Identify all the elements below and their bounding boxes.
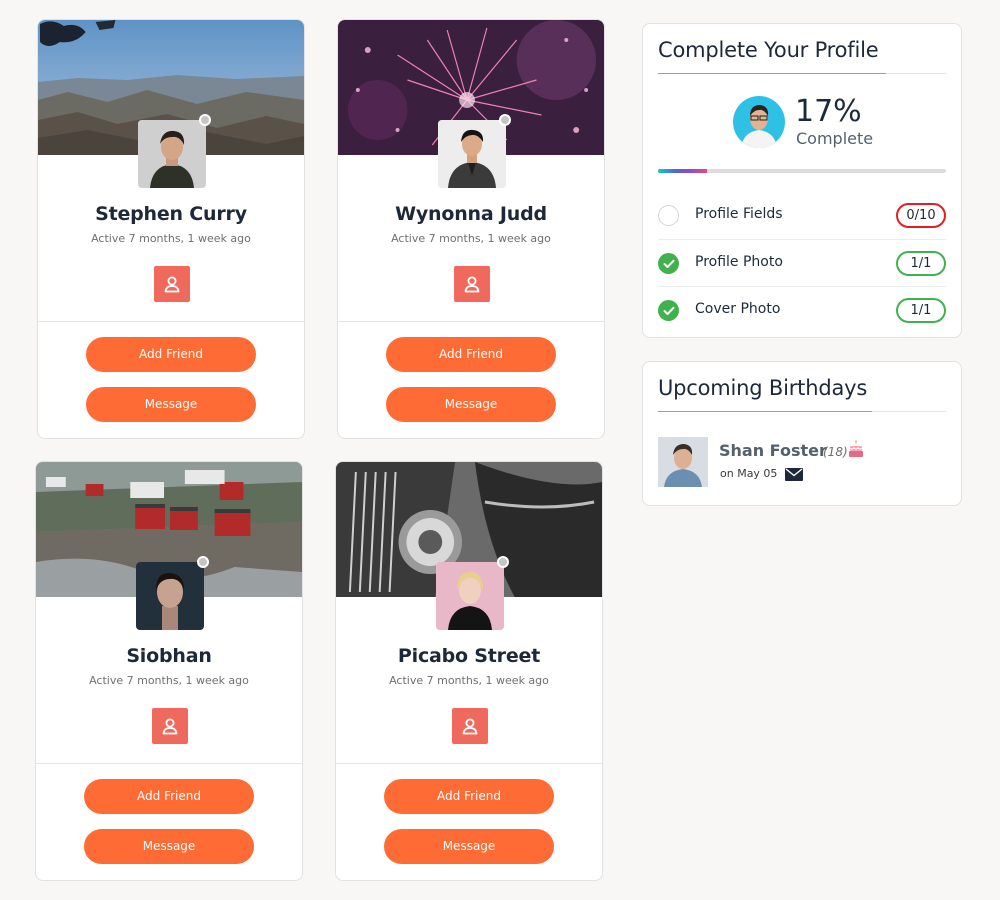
add-friend-button[interactable]: Add Friend [84, 779, 254, 814]
profile-completion-widget: Complete Your Profile 17% Complete Profi… [642, 23, 962, 338]
envelope-icon[interactable] [785, 468, 803, 481]
cake-icon [849, 440, 863, 457]
completion-progress-bar [658, 169, 946, 173]
unchecked-circle-icon [658, 205, 679, 226]
message-button[interactable]: Message [84, 829, 254, 864]
checklist-item[interactable]: Cover Photo 1/1 [658, 286, 946, 333]
birthdays-widget: Upcoming Birthdays Shan Foster (18) on M… [642, 361, 962, 506]
avatar[interactable] [136, 562, 204, 630]
status-indicator [199, 114, 211, 126]
member-card: Stephen Curry Active 7 months, 1 week ag… [37, 19, 305, 439]
add-friend-button[interactable]: Add Friend [86, 337, 256, 372]
birthday-avatar[interactable] [658, 437, 708, 487]
user-icon [464, 276, 480, 293]
view-profile-button[interactable] [452, 708, 488, 744]
check-icon [658, 300, 679, 321]
divider [338, 321, 604, 322]
view-profile-button[interactable] [454, 266, 490, 302]
title-underline [658, 411, 872, 412]
message-button[interactable]: Message [384, 829, 554, 864]
status-indicator [499, 114, 511, 126]
status-indicator [497, 556, 509, 568]
checklist-label: Profile Photo [695, 254, 783, 270]
member-name[interactable]: Siobhan [36, 645, 302, 667]
checklist-item[interactable]: Profile Fields 0/10 [658, 192, 946, 239]
member-last-active: Active 7 months, 1 week ago [391, 232, 551, 245]
avatar[interactable] [436, 562, 504, 630]
completion-percent: 17% [795, 94, 862, 129]
member-last-active: Active 7 months, 1 week ago [89, 674, 249, 687]
checklist-item[interactable]: Profile Photo 1/1 [658, 239, 946, 286]
birthday-age: (18) [823, 445, 848, 459]
checklist-count-badge: 0/10 [896, 203, 946, 228]
title-underline [658, 73, 886, 74]
checklist-label: Cover Photo [695, 301, 781, 317]
checklist-count-badge: 1/1 [896, 251, 946, 276]
member-name[interactable]: Wynonna Judd [338, 203, 604, 225]
avatar[interactable] [138, 120, 206, 188]
member-card: Wynonna Judd Active 7 months, 1 week ago… [337, 19, 605, 439]
completion-progress-fill [658, 169, 707, 173]
widget-title: Upcoming Birthdays [658, 376, 868, 400]
completion-label: Complete [796, 129, 874, 148]
message-button[interactable]: Message [386, 387, 556, 422]
view-profile-button[interactable] [154, 266, 190, 302]
message-button[interactable]: Message [86, 387, 256, 422]
member-name[interactable]: Stephen Curry [38, 203, 304, 225]
birthday-date: on May 05 [720, 467, 778, 480]
user-avatar[interactable] [733, 96, 785, 148]
divider [336, 763, 602, 764]
birthday-person-name[interactable]: Shan Foster [719, 441, 827, 460]
member-card: Picabo Street Active 7 months, 1 week ag… [335, 461, 603, 881]
divider [36, 763, 302, 764]
member-last-active: Active 7 months, 1 week ago [389, 674, 549, 687]
user-icon [162, 718, 178, 735]
avatar[interactable] [438, 120, 506, 188]
member-card: Siobhan Active 7 months, 1 week ago Add … [35, 461, 303, 881]
member-name[interactable]: Picabo Street [336, 645, 602, 667]
user-icon [462, 718, 478, 735]
user-icon [164, 276, 180, 293]
checklist-count-badge: 1/1 [896, 298, 946, 323]
add-friend-button[interactable]: Add Friend [384, 779, 554, 814]
check-icon [658, 253, 679, 274]
status-indicator [197, 556, 209, 568]
view-profile-button[interactable] [152, 708, 188, 744]
add-friend-button[interactable]: Add Friend [386, 337, 556, 372]
divider [38, 321, 304, 322]
checklist-label: Profile Fields [695, 206, 783, 222]
widget-title: Complete Your Profile [658, 38, 879, 62]
member-last-active: Active 7 months, 1 week ago [91, 232, 251, 245]
